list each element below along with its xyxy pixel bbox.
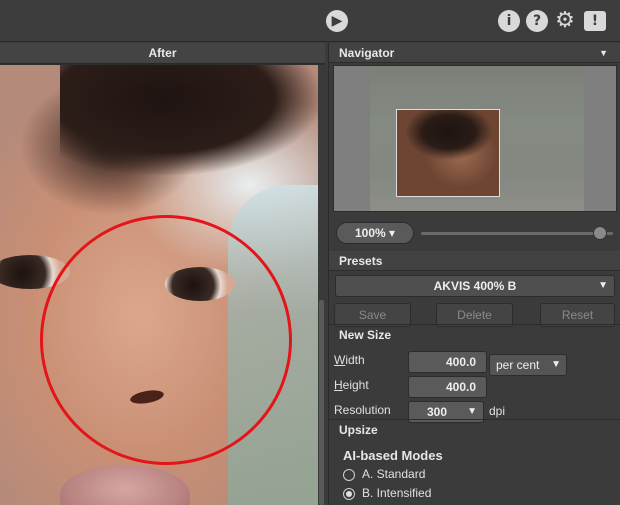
info-icon[interactable]: i [498,10,520,32]
mode-b-label[interactable]: B. Intensified [362,486,431,500]
top-toolbar: ▶ i ? ⚙ ! [0,0,620,42]
image-scrollbar[interactable] [318,65,325,505]
zoom-slider-track[interactable] [421,232,613,235]
width-input[interactable]: 400.0 [408,351,487,373]
navigator-header[interactable]: Navigator ▼ [329,43,620,63]
settings-panel: Navigator ▼ 100% ▾ Presets AKVIS 400% B … [328,43,620,505]
photo-lips [60,465,190,505]
ai-modes-title: AI-based Modes [343,448,443,463]
mode-a-radio[interactable] [343,469,355,481]
resolution-label: Resolution [334,403,391,417]
navigator-thumbnail [370,66,584,211]
mode-a-label[interactable]: A. Standard [362,467,425,481]
photo-hair [60,65,318,175]
navigator-view-frame[interactable] [396,109,500,197]
chevron-down-icon: ▼ [598,280,608,291]
resolution-value: 300 [427,405,448,419]
zoom-value: 100% [354,226,386,240]
width-label: Width [334,353,365,367]
size-unit-value: per cent [496,358,540,372]
image-panel: After [0,43,325,505]
zoom-slider-handle[interactable] [592,226,607,240]
navigator-title: Navigator [339,46,395,60]
feedback-icon[interactable]: ! [584,11,606,31]
presets-section: Presets AKVIS 400% B ▼ Save Delete Reset [329,251,620,327]
new-size-section: New Size Width 400.0 Height 400.0 per ce… [329,324,620,423]
size-unit-select[interactable]: per cent ▼ [489,354,567,376]
gear-icon[interactable]: ⚙ [554,10,576,32]
preset-select[interactable]: AKVIS 400% B ▼ [335,275,615,297]
chevron-down-icon[interactable]: ▼ [599,43,608,63]
image-scrollbar-thumb[interactable] [319,300,324,505]
zoom-row: 100% ▾ [329,220,620,246]
after-image[interactable] [0,65,318,505]
preset-selected: AKVIS 400% B [433,279,517,293]
highlight-circle [40,215,292,465]
play-icon[interactable]: ▶ [326,10,348,32]
mode-b-radio[interactable] [343,488,355,500]
new-size-title: New Size [329,324,620,344]
upsize-title: Upsize [329,419,620,439]
image-panel-header: After [0,43,325,64]
zoom-select[interactable]: 100% ▾ [336,222,414,244]
presets-title: Presets [329,251,620,271]
help-icon[interactable]: ? [526,10,548,32]
navigator-preview[interactable] [333,65,617,212]
resolution-unit: dpi [489,404,506,418]
height-label: Height [334,378,369,392]
height-input[interactable]: 400.0 [408,376,487,398]
chevron-down-icon: ▼ [551,359,561,370]
